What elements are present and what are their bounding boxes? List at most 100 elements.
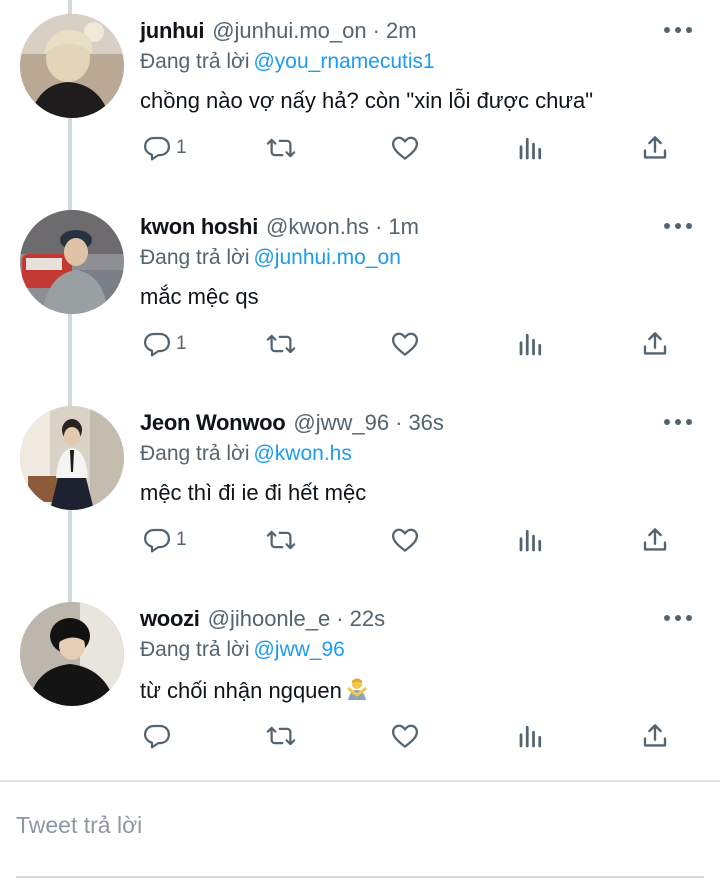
stats-icon bbox=[519, 137, 542, 160]
replying-to-label: Đang trả lời bbox=[140, 638, 250, 661]
retweet-button[interactable] bbox=[266, 518, 296, 562]
stats-button[interactable] bbox=[516, 126, 546, 170]
author-handle[interactable]: @junhui.mo_on bbox=[212, 18, 366, 44]
compose-underline bbox=[16, 876, 704, 878]
tweet-text: mệc thì đi ie đi hết mệc bbox=[140, 480, 367, 505]
retweet-icon bbox=[266, 138, 296, 158]
stats-icon bbox=[519, 529, 542, 552]
tweet-actions bbox=[0, 714, 720, 758]
retweet-button[interactable] bbox=[266, 126, 296, 170]
heart-icon bbox=[392, 528, 418, 552]
stats-icon bbox=[519, 333, 542, 356]
author-name[interactable]: woozi bbox=[140, 606, 200, 632]
avatar[interactable] bbox=[20, 210, 124, 314]
avatar-image bbox=[20, 210, 124, 314]
heart-icon bbox=[392, 724, 418, 748]
separator-dot: · bbox=[375, 214, 383, 239]
stats-button[interactable] bbox=[516, 714, 546, 758]
author-name[interactable]: junhui bbox=[140, 18, 204, 44]
replying-to-mention[interactable]: @you_rnamecutis1 bbox=[253, 50, 434, 73]
share-icon bbox=[643, 528, 667, 551]
retweet-icon bbox=[266, 334, 296, 354]
replying-to-label: Đang trả lời bbox=[140, 442, 250, 465]
replying-to: Đang trả lời @junhui.mo_on bbox=[140, 246, 401, 270]
tweet-text-content: từ chối nhận ngquen bbox=[140, 678, 342, 703]
tweet-time[interactable]: 36s bbox=[408, 410, 443, 436]
separator-dot: · bbox=[336, 606, 344, 631]
heart-icon bbox=[392, 136, 418, 160]
avatar[interactable] bbox=[20, 602, 124, 706]
avatar-image bbox=[20, 602, 124, 706]
separator-dot: · bbox=[395, 410, 403, 435]
replying-to-label: Đang trả lời bbox=[140, 50, 250, 73]
tweet-actions: 1 bbox=[0, 126, 720, 170]
retweet-icon bbox=[266, 726, 296, 746]
like-button[interactable] bbox=[390, 518, 420, 562]
reply-icon bbox=[144, 332, 170, 357]
like-button[interactable] bbox=[390, 322, 420, 366]
more-icon[interactable] bbox=[664, 610, 692, 626]
replying-to: Đang trả lời @kwon.hs bbox=[140, 442, 352, 466]
tweet-text: mắc mệc qs bbox=[140, 284, 259, 309]
retweet-button[interactable] bbox=[266, 714, 296, 758]
share-icon bbox=[643, 136, 667, 159]
replying-to-label: Đang trả lời bbox=[140, 246, 250, 269]
tweet[interactable]: woozi @jihoonle_e · 22s Đang trả lời @jww… bbox=[0, 588, 720, 784]
heart-icon bbox=[392, 332, 418, 356]
replying-to-mention[interactable]: @kwon.hs bbox=[253, 442, 351, 465]
reply-count: 1 bbox=[176, 529, 187, 550]
more-icon[interactable] bbox=[664, 218, 692, 234]
replying-to-mention[interactable]: @junhui.mo_on bbox=[253, 246, 400, 269]
reply-button[interactable]: 1 bbox=[142, 126, 187, 170]
reply-count: 1 bbox=[176, 333, 187, 354]
tweet-actions: 1 bbox=[0, 518, 720, 562]
reply-count: 1 bbox=[176, 137, 187, 158]
retweet-button[interactable] bbox=[266, 322, 296, 366]
reply-button[interactable] bbox=[142, 714, 176, 758]
share-icon bbox=[643, 724, 667, 747]
tweet[interactable]: kwon hoshi @kwon.hs · 1m Đang trả lời @ju… bbox=[0, 196, 720, 392]
author-name[interactable]: kwon hoshi bbox=[140, 214, 258, 240]
tweet-text: từ chối nhận ngquen bbox=[140, 676, 370, 704]
reply-button[interactable]: 1 bbox=[142, 518, 187, 562]
separator-dot: · bbox=[372, 18, 380, 43]
replying-to-mention[interactable]: @jww_96 bbox=[253, 638, 344, 661]
author-handle[interactable]: @kwon.hs bbox=[266, 214, 369, 240]
tweet-text: chồng nào vợ nấy hả? còn "xin lỗi được c… bbox=[140, 88, 594, 113]
reply-button[interactable]: 1 bbox=[142, 322, 187, 366]
author-handle[interactable]: @jihoonle_e bbox=[208, 606, 331, 632]
tweet-time[interactable]: 1m bbox=[388, 214, 419, 240]
tweet-time[interactable]: 2m bbox=[386, 18, 417, 44]
stats-icon bbox=[519, 725, 542, 748]
avatar-image bbox=[20, 14, 124, 118]
stats-button[interactable] bbox=[516, 518, 546, 562]
share-button[interactable] bbox=[640, 518, 670, 562]
avatar[interactable] bbox=[20, 14, 124, 118]
share-icon bbox=[643, 332, 667, 355]
replying-to: Đang trả lời @you_rnamecutis1 bbox=[140, 50, 435, 74]
reply-icon bbox=[144, 724, 170, 749]
like-button[interactable] bbox=[390, 714, 420, 758]
more-icon[interactable] bbox=[664, 22, 692, 38]
author-name[interactable]: Jeon Wonwoo bbox=[140, 410, 286, 436]
person-gesturing-no-emoji-icon bbox=[347, 678, 367, 700]
reply-compose-input[interactable]: Tweet trả lời bbox=[16, 812, 142, 839]
author-handle[interactable]: @jww_96 bbox=[293, 410, 389, 436]
reply-icon bbox=[144, 136, 170, 161]
avatar[interactable] bbox=[20, 406, 124, 510]
more-icon[interactable] bbox=[664, 414, 692, 430]
share-button[interactable] bbox=[640, 126, 670, 170]
retweet-icon bbox=[266, 530, 296, 550]
share-button[interactable] bbox=[640, 714, 670, 758]
like-button[interactable] bbox=[390, 126, 420, 170]
tweet[interactable]: junhui @junhui.mo_on · 2m Đang trả lời @y… bbox=[0, 0, 720, 196]
reply-icon bbox=[144, 528, 170, 553]
tweet[interactable]: Jeon Wonwoo @jww_96 · 36s Đang trả lời @k… bbox=[0, 392, 720, 588]
tweet-time[interactable]: 22s bbox=[350, 606, 385, 632]
tweet-actions: 1 bbox=[0, 322, 720, 366]
stats-button[interactable] bbox=[516, 322, 546, 366]
avatar-image bbox=[20, 406, 124, 510]
share-button[interactable] bbox=[640, 322, 670, 366]
replying-to: Đang trả lời @jww_96 bbox=[140, 638, 345, 662]
compose-divider bbox=[0, 780, 720, 782]
